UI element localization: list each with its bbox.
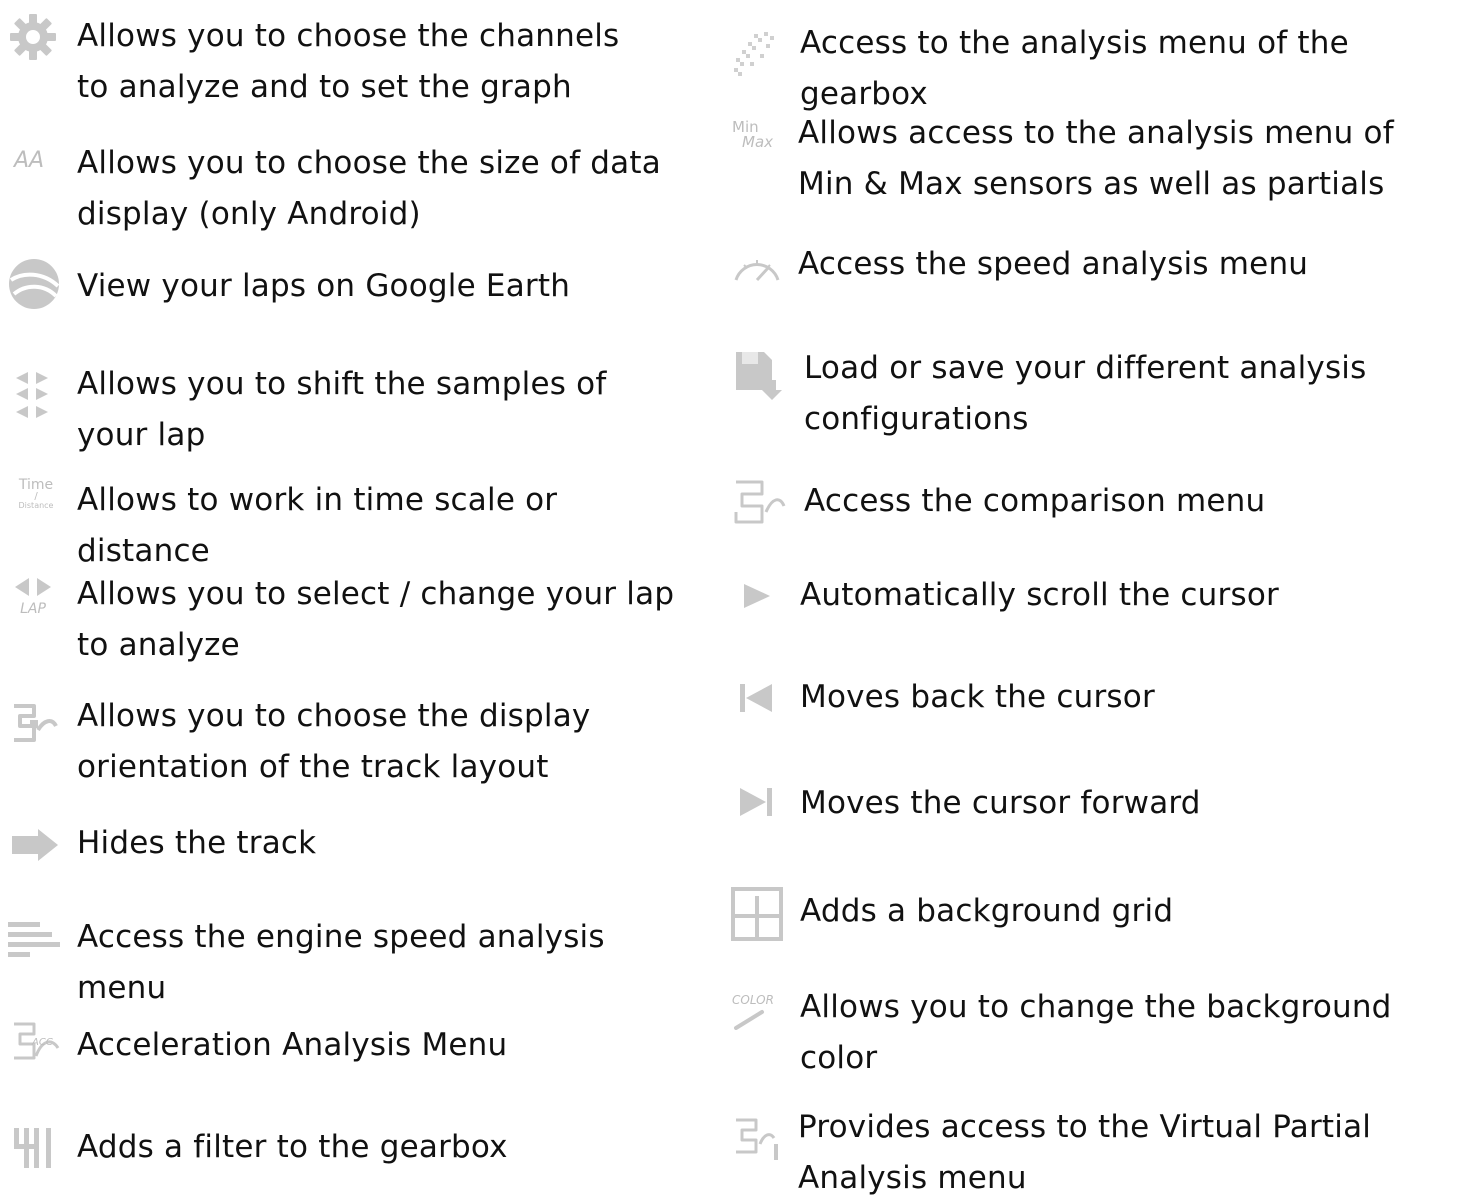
- distance-label: Distance: [18, 501, 54, 510]
- font-size-icon: AA: [14, 150, 44, 172]
- lap-label: LAP: [20, 601, 46, 617]
- item-label: Provides access to the Virtual Partial A…: [798, 1109, 1372, 1196]
- item-label: Allows you to select / change your lap t…: [77, 576, 675, 663]
- item-label: Hides the track: [77, 825, 317, 861]
- grid-icon: [730, 886, 784, 942]
- item-label: Allows to work in time scale or distance: [77, 482, 558, 569]
- lap-select-icon: LAP: [10, 576, 56, 616]
- color-icon: COLOR: [732, 994, 782, 1030]
- engine-speed-icon: [8, 920, 62, 964]
- min-max-icon: Min Max: [732, 120, 782, 150]
- item-label: Allows you to choose the display orienta…: [77, 698, 591, 785]
- save-load-icon: [734, 350, 786, 402]
- google-earth-icon: [8, 258, 60, 310]
- track-orientation-icon: [8, 700, 60, 746]
- item-label: Allows access to the analysis menu of Mi…: [798, 115, 1394, 202]
- item-label: Automatically scroll the cursor: [800, 577, 1279, 613]
- comparison-icon: [732, 478, 786, 526]
- max-label: Max: [742, 133, 774, 151]
- acceleration-icon: ACC: [8, 1018, 62, 1064]
- color-label: COLOR: [732, 993, 774, 1007]
- item-label: Load or save your different analysis con…: [804, 350, 1367, 437]
- time-distance-icon: Time / Distance: [8, 478, 64, 510]
- gear-icon: [8, 12, 58, 62]
- item-label: Allows you to change the background colo…: [800, 989, 1392, 1076]
- item-label: Moves the cursor forward: [800, 785, 1201, 821]
- shift-samples-icon: [12, 368, 52, 422]
- time-label: Time: [18, 477, 54, 493]
- step-forward-icon: [738, 786, 774, 818]
- font-size-icon-text: AA: [14, 148, 45, 173]
- item-label: Allows you to choose the size of data di…: [77, 145, 661, 232]
- speedometer-icon: [732, 246, 782, 284]
- gearbox-analysis-icon: [730, 28, 780, 78]
- item-label: Access the speed analysis menu: [798, 246, 1309, 282]
- item-label: View your laps on Google Earth: [77, 268, 571, 304]
- item-label: Access to the analysis menu of the gearb…: [800, 25, 1349, 112]
- play-icon: [742, 582, 772, 610]
- item-label: Allows you to choose the channels to ana…: [77, 18, 620, 105]
- item-label: Access the engine speed analysis menu: [77, 919, 605, 1006]
- item-label: Access the comparison menu: [804, 483, 1266, 519]
- item-label: Acceleration Analysis Menu: [77, 1027, 508, 1063]
- hide-track-icon: [10, 828, 60, 862]
- item-label: Adds a background grid: [800, 893, 1174, 929]
- item-label: Allows you to shift the samples of your …: [77, 366, 607, 453]
- item-label: Adds a filter to the gearbox: [77, 1129, 508, 1165]
- step-back-icon: [738, 682, 774, 714]
- gearbox-filter-icon: [12, 1124, 58, 1170]
- item-label: Moves back the cursor: [800, 679, 1155, 715]
- virtual-partial-icon: [732, 1116, 782, 1162]
- acc-label: ACC: [32, 1037, 53, 1048]
